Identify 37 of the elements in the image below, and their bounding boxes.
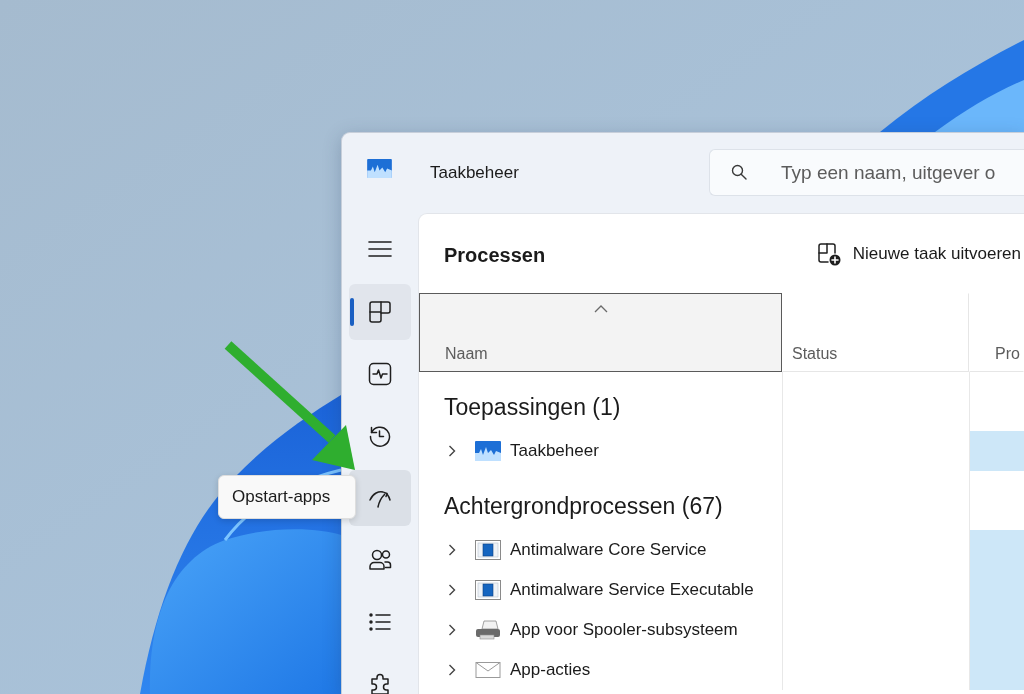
pulse-chart-icon bbox=[475, 441, 501, 461]
search-field[interactable]: Typ een naam, uitgever o bbox=[709, 149, 1024, 196]
chevron-icon[interactable] bbox=[446, 544, 458, 556]
column-header[interactable]: Pro bbox=[969, 293, 1024, 372]
tooltip: Opstart-apps bbox=[218, 475, 356, 519]
chevron-icon[interactable] bbox=[446, 664, 458, 676]
column-header[interactable]: Naam bbox=[419, 293, 782, 372]
pulse-icon bbox=[368, 362, 392, 386]
printer-icon bbox=[475, 620, 501, 640]
column-header[interactable]: Status bbox=[782, 293, 969, 372]
puzzle-icon bbox=[368, 672, 392, 694]
chevron-icon[interactable] bbox=[446, 624, 458, 636]
search-icon bbox=[731, 164, 747, 180]
window-title: Taakbeheer bbox=[430, 163, 519, 183]
window-icon bbox=[475, 540, 501, 560]
grid-icon bbox=[368, 300, 392, 324]
list-icon bbox=[368, 610, 392, 634]
page-title: Processen bbox=[444, 244, 546, 267]
chevron-icon[interactable] bbox=[446, 445, 458, 457]
selection-indicator bbox=[350, 298, 354, 326]
process-name: Taakbeheer bbox=[510, 441, 599, 461]
sidebar-nav-button[interactable] bbox=[349, 284, 411, 340]
envelope-icon bbox=[475, 660, 501, 680]
process-name: Antimalware Core Service bbox=[510, 540, 707, 560]
chevron-icon[interactable] bbox=[446, 584, 458, 596]
process-name: App-acties bbox=[510, 660, 591, 680]
group-heading: Achtergrondprocessen (67) bbox=[444, 493, 723, 520]
new-task-icon bbox=[816, 241, 841, 266]
users-icon bbox=[368, 548, 392, 572]
new-task-button[interactable]: Nieuwe taak uitvoeren bbox=[810, 233, 1024, 274]
group-heading: Toepassingen (1) bbox=[444, 394, 621, 421]
process-name: Antimalware Service Executable bbox=[510, 580, 754, 600]
process-name: App voor Spooler-subsysteem bbox=[510, 620, 738, 640]
pulse-chart-icon bbox=[367, 158, 392, 178]
menu-icon bbox=[368, 240, 392, 258]
history-icon bbox=[368, 424, 392, 448]
window-icon bbox=[475, 580, 501, 600]
